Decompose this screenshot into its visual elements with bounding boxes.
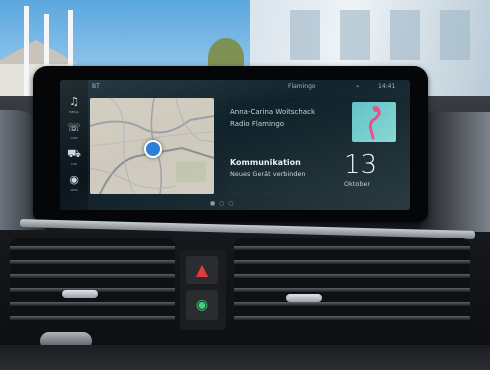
vent-slat [10,246,175,250]
date-month: Oktober [344,180,371,188]
air-vent-right[interactable] [234,238,470,338]
center-button-panel: ▲ ◉ [180,250,226,330]
navigation-map-tile[interactable] [90,98,214,194]
media-artist: Anna-Carina Woitschack [230,108,316,116]
vent-slat [10,302,175,306]
sidebar-item-car[interactable]: ⛟ CAR [64,146,84,166]
building-window [290,10,320,60]
building-window [390,10,420,60]
sidebar-item-label: CAR [70,162,78,166]
signal-icon: ⌁ [356,83,360,90]
apps-icon: ◉ [69,173,79,186]
vent-slat [10,260,175,264]
dsc-icon[interactable]: ◉ [186,290,218,320]
hazard-icon[interactable]: ▲ [186,256,218,284]
house-roof [0,40,78,64]
vent-slat [234,288,470,292]
media-tile[interactable]: Anna-Carina Woitschack Radio Flamingo [226,98,410,150]
status-bar: BT Flamingo ⌁ 14:41 [88,80,410,94]
sidebar-item-label: APPS [70,188,78,192]
vent-slat [10,316,175,320]
date-day: 13 [344,150,378,180]
now-playing-source: Flamingo [288,83,316,90]
bluetooth-status: BT [92,83,100,90]
vent-slat [234,302,470,306]
vent-slat [234,274,470,278]
page-indicator: ● ○ ○ [210,200,235,207]
sidebar-item-media[interactable]: ♫ MEDIA [64,94,84,114]
sidebar-item-label: COM [70,136,78,140]
music-icon: ♫ [69,95,79,108]
clock: 14:41 [378,83,396,90]
vent-control-knob[interactable] [62,290,98,298]
connect-device-link[interactable]: Neues Gerät verbinden [230,170,306,178]
sidebar-item-apps[interactable]: ◉ APPS [64,172,84,192]
vent-control-knob[interactable] [286,294,322,302]
dashboard-right-trim [420,112,490,232]
vent-slat [234,246,470,250]
sidebar-item-label: MEDIA [69,110,79,114]
album-art [352,102,396,142]
vent-slat [234,316,470,320]
building-window [340,10,370,60]
communication-title: Kommunikation [230,158,301,167]
vent-slat [234,260,470,264]
flamingo-icon [368,106,381,140]
sidebar-item-communication[interactable]: ☏ COM [64,120,84,140]
media-station: Radio Flamingo [230,120,285,128]
vent-slat [10,274,175,278]
infotainment-screen[interactable]: ♫ MEDIA ☏ COM ⛟ CAR ◉ APPS BT Flamingo ⌁… [60,80,410,210]
car-icon: ⛟ [67,147,81,160]
air-vent-left[interactable] [10,238,175,338]
lower-dash [0,345,490,370]
communication-icon: ☏ [67,121,81,134]
sidebar: ♫ MEDIA ☏ COM ⛟ CAR ◉ APPS [60,80,88,210]
communication-tile[interactable]: Kommunikation Neues Gerät verbinden 13 O… [226,150,410,196]
current-position-icon [144,140,162,158]
building-window [440,10,470,60]
flagpole [24,6,29,98]
